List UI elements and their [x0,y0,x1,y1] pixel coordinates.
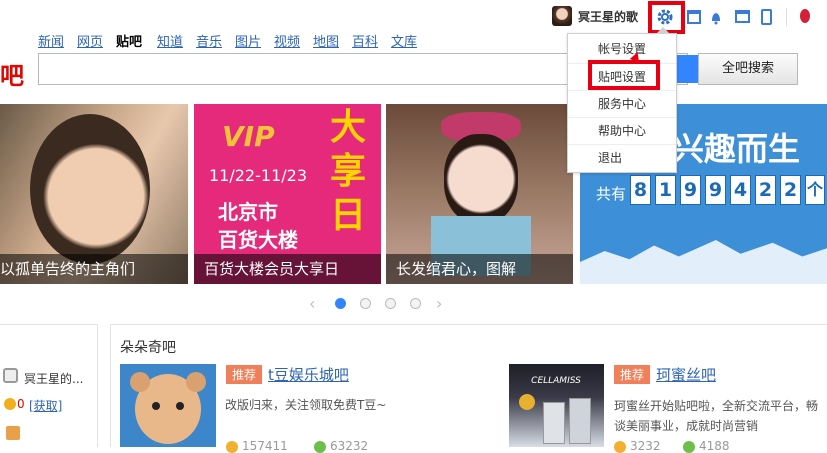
tieba-logo[interactable]: 吧 [0,56,24,91]
card-2-name[interactable]: 珂蜜丝吧 [656,364,716,385]
counter-digit-3: 9 [680,175,701,205]
counter-digit-1: 8 [630,175,651,205]
nav-zhidao[interactable]: 知道 [157,31,183,50]
nav-music[interactable]: 音乐 [196,31,222,50]
separator [786,8,787,26]
menu-help-center[interactable]: 帮助中心 [568,117,676,144]
members-icon [226,441,238,453]
shop-icon[interactable] [735,10,750,23]
chevron-left-icon[interactable]: ‹ [309,294,315,313]
nav-images[interactable]: 图片 [235,31,261,50]
posts-icon [314,441,326,453]
nav-map[interactable]: 地图 [313,31,339,50]
card-2-image[interactable]: CELLAMISS [509,364,604,447]
banner-tile-2[interactable]: VIP 11/22-11/23 北京市 百货大楼 大享日 百货大楼会员大享日 [194,104,381,284]
carousel-dot-2[interactable] [360,298,371,309]
menu-account-settings[interactable]: 帐号设置 [568,36,676,63]
banner-caption-3[interactable]: 长发绾君心，图解 [386,254,573,284]
interest-prefix: 共有 [596,185,627,203]
vip-line2: 百货大楼 [218,228,298,252]
carousel-dot-3[interactable] [385,298,396,309]
menu-logout[interactable]: 退出 [568,144,676,171]
card-1-stat1: 157411 [242,439,288,453]
store-icon[interactable] [687,10,701,24]
nav-video[interactable]: 视频 [274,31,300,50]
card-1-image[interactable] [120,364,216,447]
chevron-right-icon[interactable]: › [436,294,442,313]
card-1-desc: 改版归来，关注领取免费T豆~ [225,398,387,412]
vip-date: 11/22-11/23 [209,166,307,185]
vip-line1: 北京市 [218,200,278,224]
card-1-name[interactable]: t豆娱乐城吧 [268,364,349,385]
banner-tile-1[interactable]: 以孤单告终的主角们 [0,104,188,284]
card-1-tag: 推荐 [226,365,263,384]
get-coins-link[interactable]: [获取] [29,397,62,414]
user-avatar[interactable] [552,6,572,26]
banner-tile-3[interactable]: 长发绾君心，图解 [386,104,573,284]
coin-count: 0 [17,397,25,411]
posts-icon [683,441,695,453]
nav-web[interactable]: 网页 [77,31,103,50]
nav-news[interactable]: 新闻 [38,31,64,50]
section-title: 朵朵奇吧 [120,340,176,356]
vip-text: VIP [222,120,275,153]
bell-icon[interactable] [710,10,722,25]
side-username[interactable]: 冥王星的... [24,370,83,387]
banner-caption-2[interactable]: 百货大楼会员大享日 [194,254,381,284]
card-2-stat2: 4188 [699,439,730,453]
carousel-dot-4[interactable] [410,298,421,309]
counter-digit-5: 4 [730,175,751,205]
balloon-icon[interactable] [800,9,810,23]
gear-icon[interactable] [655,7,675,27]
nav-baike[interactable]: 百科 [352,31,378,50]
user-name[interactable]: 冥王星的歌 [578,8,638,25]
nav-wenku[interactable]: 文库 [391,31,417,50]
card-2-desc: 珂蜜丝开始贴吧啦，全新交流平台，畅谈美丽事业，成就时尚营销 [614,399,819,433]
menu-caret [656,27,670,34]
menu-service-center[interactable]: 服务中心 [568,90,676,117]
counter-digit-2: 1 [655,175,676,205]
search-tieba-button[interactable] [676,55,698,83]
search-all-button[interactable]: 全吧搜索 [698,53,798,85]
gift-icon[interactable] [6,426,20,440]
coin-icon [4,398,16,410]
counter-digit-4: 9 [705,175,726,205]
members-icon [614,441,626,453]
card-2-tag: 推荐 [614,365,651,384]
phone-icon[interactable] [761,9,772,25]
counter-unit: 个 [805,175,825,205]
vip-big-text: 大享日 [330,107,367,236]
counter-digit-7: 2 [780,175,801,205]
interest-slogan: 兴趣而生 [672,130,801,168]
card-1-stat2: 63232 [330,439,369,453]
counter-digit-6: 2 [755,175,776,205]
lock-icon [3,368,18,383]
carousel-dot-1[interactable] [335,298,346,309]
card-2-stat1: 3232 [630,439,661,453]
tieba-settings-highlight [588,60,660,90]
banner-caption-1[interactable]: 以孤单告终的主角们 [0,254,188,284]
nav-tieba[interactable]: 贴吧 [116,31,142,50]
settings-dropdown: 帐号设置 贴吧设置 服务中心 帮助中心 退出 [567,33,677,173]
